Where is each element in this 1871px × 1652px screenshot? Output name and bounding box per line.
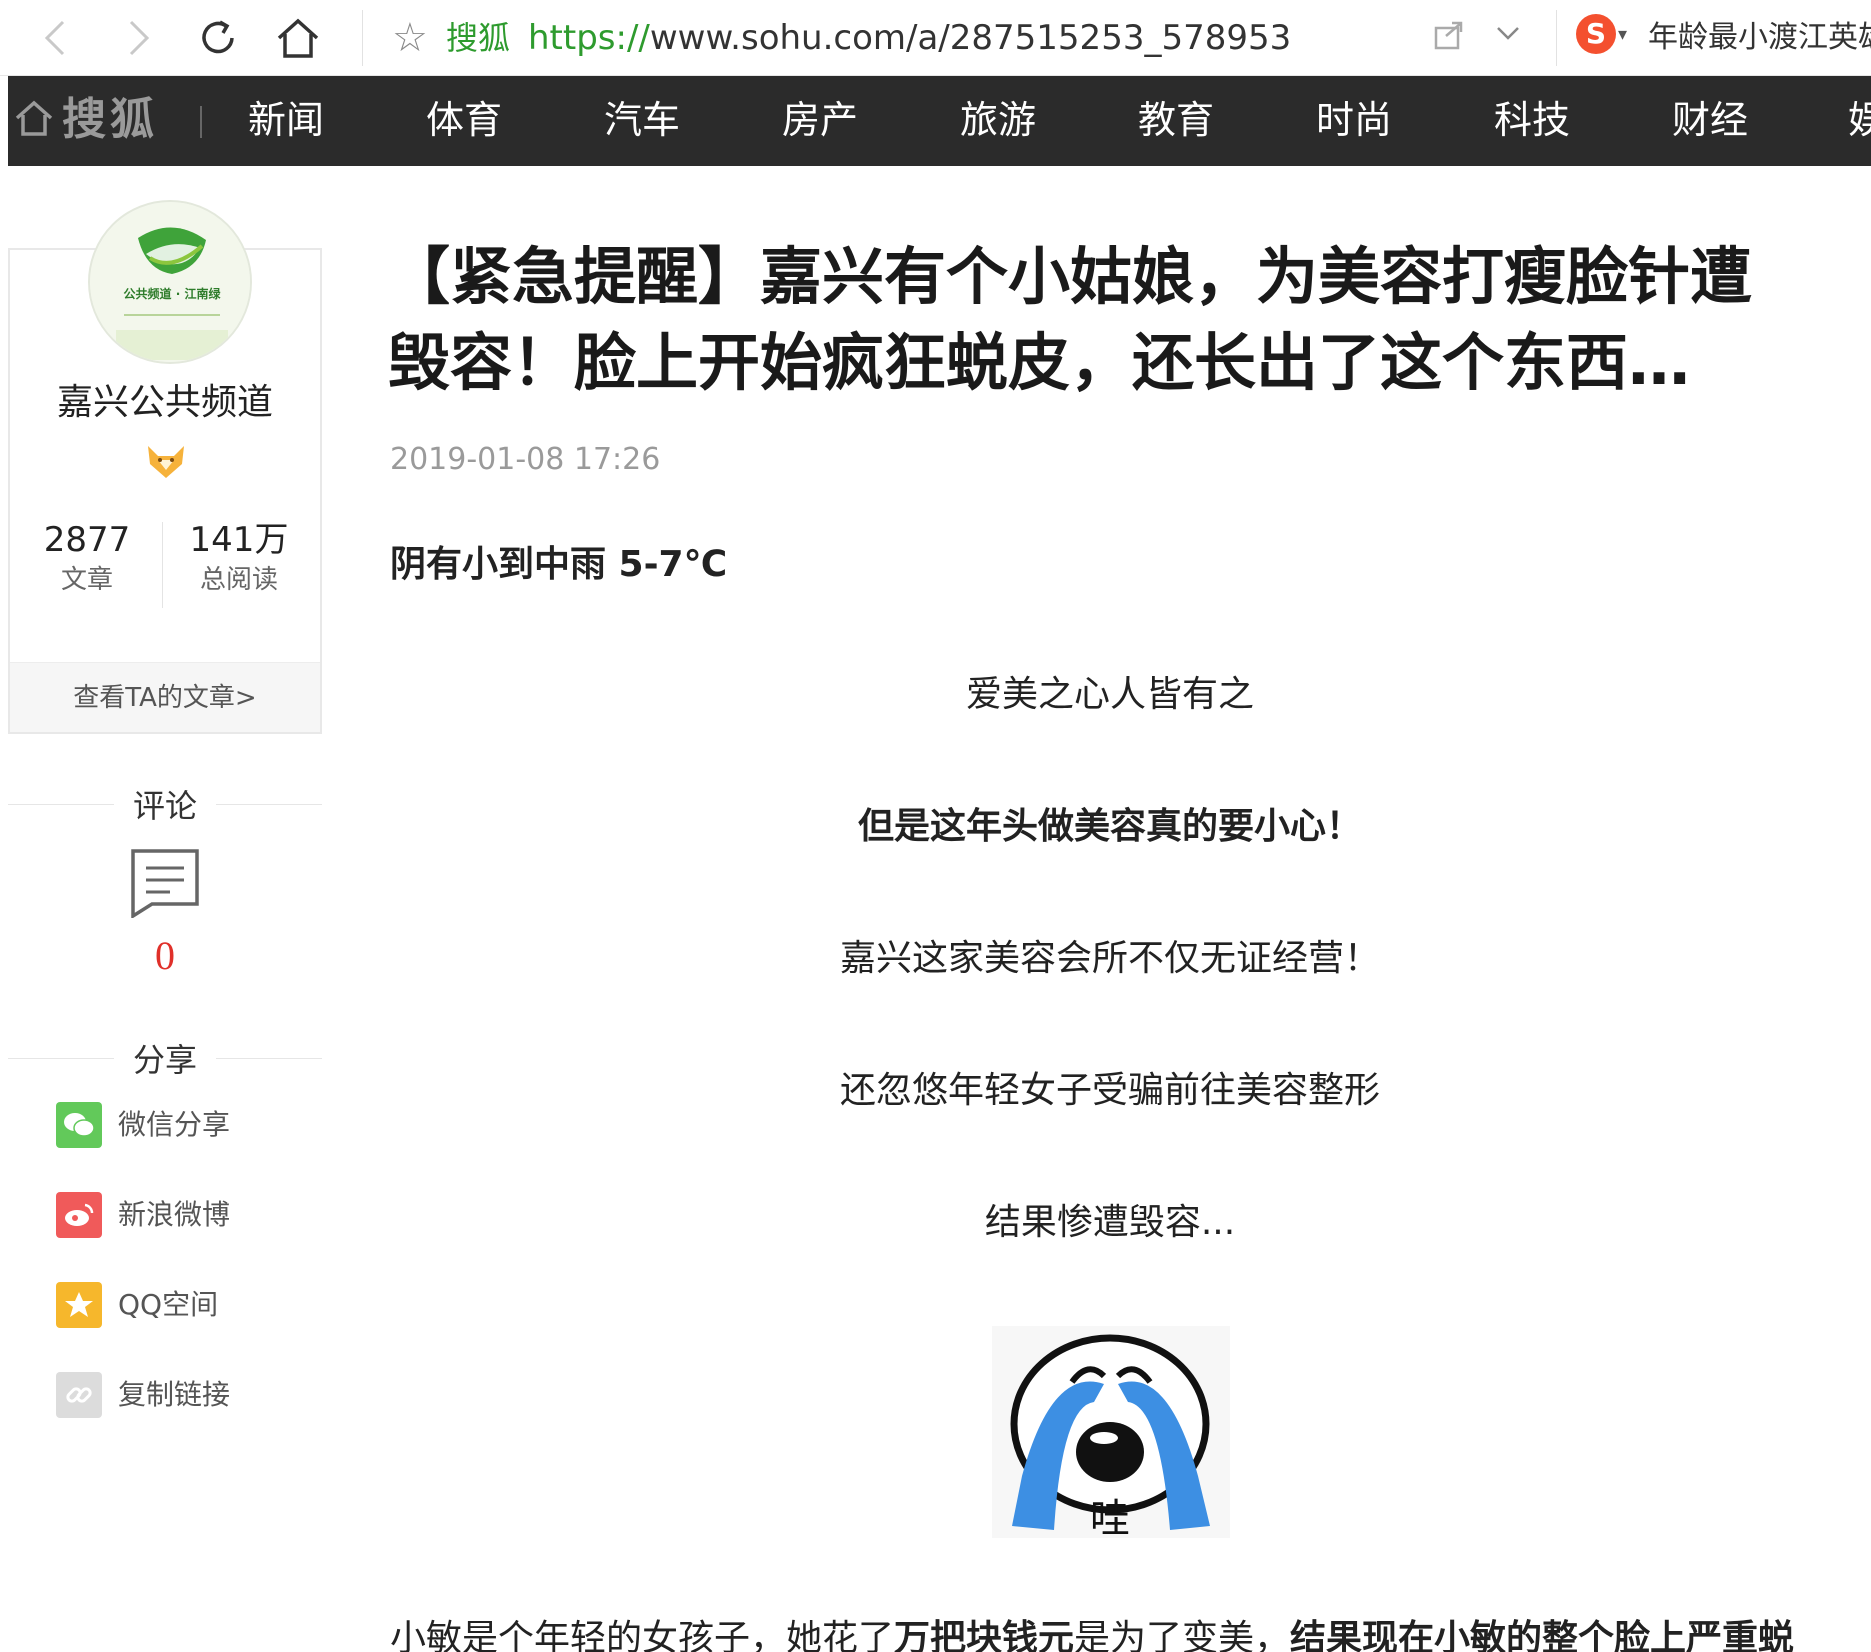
home-icon[interactable]	[14, 98, 54, 142]
refresh-icon[interactable]	[190, 10, 246, 66]
weibo-icon	[56, 1192, 102, 1238]
share-title: 分享	[132, 1041, 197, 1079]
weather-line: 阴有小到中雨 5-7℃	[390, 544, 728, 585]
share-page-icon[interactable]	[1432, 18, 1466, 56]
article-paragraph: 结果惨遭毁容...	[984, 1202, 1236, 1243]
url-path: www.sohu.com/a/287515253_578953	[649, 18, 1292, 58]
bookmark-star-icon[interactable]: ☆	[392, 14, 428, 62]
nav-item-finance[interactable]: 财经	[1672, 92, 1748, 148]
toolbar-divider	[362, 10, 363, 66]
stat-reads: 141万 总阅读	[164, 518, 314, 598]
wechat-icon	[56, 1102, 102, 1148]
nav-item-tech[interactable]: 科技	[1494, 92, 1570, 148]
reads-count: 141万	[189, 520, 289, 560]
para-bold-text: 结果现在小敏的整个脸上严重蜕	[1290, 1618, 1795, 1652]
chevron-down-icon[interactable]	[1494, 18, 1522, 52]
sohu-logo[interactable]: 搜狐	[62, 92, 158, 148]
stat-divider	[162, 522, 163, 608]
nav-item-fashion[interactable]: 时尚	[1316, 92, 1392, 148]
share-copy-link[interactable]: 复制链接	[56, 1372, 230, 1418]
article-paragraph: 爱美之心人皆有之	[965, 674, 1254, 715]
share-qzone-label: QQ空间	[118, 1288, 219, 1321]
nav-item-realestate[interactable]: 房产	[782, 92, 858, 148]
url-scheme: https://	[528, 18, 650, 58]
stat-articles: 2877 文章	[12, 518, 162, 598]
author-avatar[interactable]: 公共频道 · 江南绿	[88, 200, 252, 364]
share-qzone[interactable]: QQ空间	[56, 1282, 218, 1328]
caret-down-icon[interactable]: ▾	[1618, 24, 1627, 45]
view-author-articles-link[interactable]: 查看TA的文章>	[10, 662, 320, 732]
browser-toolbar: ☆ 搜狐 https://www.sohu.com/a/287515253_57…	[0, 0, 1871, 76]
reads-label: 总阅读	[199, 565, 278, 595]
articles-label: 文章	[60, 565, 113, 595]
link-icon	[56, 1372, 102, 1418]
articles-count: 2877	[43, 520, 131, 560]
home-icon[interactable]	[270, 10, 326, 66]
para-text: 是为了变美，	[1074, 1618, 1291, 1652]
share-weibo-label: 新浪微博	[118, 1198, 231, 1231]
article-paragraph: 还忽悠年轻女子受骗前往美容整形	[839, 1070, 1380, 1111]
nav-item-auto[interactable]: 汽车	[604, 92, 680, 148]
comments-title: 评论	[132, 787, 197, 825]
para-bold-text: 万把块钱元	[894, 1618, 1075, 1652]
nav-item-news[interactable]: 新闻	[248, 92, 324, 148]
share-wechat-label: 微信分享	[118, 1108, 231, 1141]
crying-meme-image: 哇	[992, 1326, 1230, 1542]
article-paragraph: 嘉兴这家美容会所不仅无证经营！	[839, 938, 1380, 979]
share-wechat[interactable]: 微信分享	[56, 1102, 230, 1148]
qzone-icon	[56, 1282, 102, 1328]
article-title: 【紧急提醒】嘉兴有个小姑娘，为美容打瘦脸针遭毁容！脸上开始疯狂蜕皮，还长出了这个…	[388, 240, 1753, 399]
comment-count[interactable]: 0	[8, 932, 322, 980]
hot-search-text[interactable]: 年龄最小渡江英雄	[1648, 14, 1871, 62]
share-weibo[interactable]: 新浪微博	[56, 1192, 230, 1238]
author-name[interactable]: 嘉兴公共频道	[8, 378, 322, 428]
nav-item-education[interactable]: 教育	[1138, 92, 1214, 148]
nav-divider	[200, 106, 202, 138]
comment-icon[interactable]	[130, 848, 200, 922]
para-text: 小敏是个年轻的女孩子，她花了	[390, 1618, 895, 1652]
share-copy-link-label: 复制链接	[118, 1378, 231, 1411]
nav-item-entertainment[interactable]: 娱	[1848, 92, 1871, 148]
forward-icon[interactable]	[110, 10, 166, 66]
sogou-search-icon[interactable]: S	[1576, 14, 1616, 54]
nav-item-sports[interactable]: 体育	[426, 92, 502, 148]
site-name: 搜狐	[446, 19, 511, 57]
svg-text:公共频道 · 江南绿: 公共频道 · 江南绿	[124, 286, 222, 301]
nav-item-travel[interactable]: 旅游	[960, 92, 1036, 148]
back-icon[interactable]	[28, 10, 84, 66]
article-date: 2019-01-08 17:26	[390, 442, 661, 477]
article-paragraph: 但是这年头做美容真的要小心！	[857, 806, 1362, 847]
meme-caption: 哇	[1090, 1496, 1130, 1538]
toolbar-divider	[1556, 10, 1557, 66]
site-nav-bar: 搜狐 新闻 体育 汽车 房产 旅游 教育 时尚 科技 财经 娱	[8, 76, 1871, 166]
sohu-fox-badge-icon	[144, 442, 188, 486]
article-paragraph: 小敏是个年轻的女孩子，她花了万把块钱元是为了变美，结果现在小敏的整个脸上严重蜕	[390, 1614, 1860, 1652]
address-bar[interactable]: https://www.sohu.com/a/287515253_578953	[528, 14, 1291, 62]
